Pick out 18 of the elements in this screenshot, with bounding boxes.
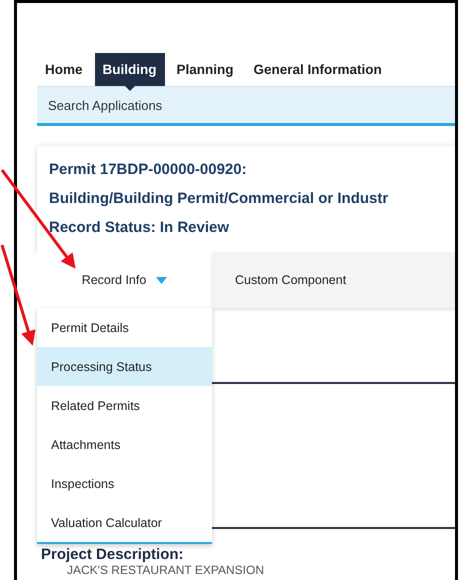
menu-item[interactable]: Permit Details bbox=[37, 308, 212, 347]
record-title-line: Building/Building Permit/Commercial or Industr bbox=[49, 189, 390, 209]
menu-item[interactable]: Inspections bbox=[37, 464, 212, 503]
caret-icon bbox=[156, 276, 168, 284]
nav-tab[interactable]: General Information bbox=[246, 53, 390, 91]
field-value: JACK'S RESTAURANT EXPANSION bbox=[66, 563, 265, 577]
nav-tab[interactable]: Building bbox=[94, 53, 165, 91]
nav-tab[interactable]: Home bbox=[37, 53, 91, 91]
menu-item[interactable]: Processing Status bbox=[37, 347, 212, 386]
record-title-line: Permit 17BDP-00000-00920: bbox=[49, 160, 248, 180]
record-tab[interactable]: Custom Component bbox=[212, 252, 455, 308]
subnav-link[interactable]: Search Applications bbox=[48, 98, 162, 112]
nav-tab[interactable]: Planning bbox=[168, 53, 242, 91]
menu-item[interactable]: Related Permits bbox=[37, 386, 212, 425]
menu-item[interactable]: Valuation Calculator bbox=[37, 503, 212, 542]
field-label: Project Description: bbox=[40, 546, 185, 563]
menu-item[interactable]: Attachments bbox=[37, 425, 212, 464]
record-title-line: Record Status: In Review bbox=[49, 218, 230, 238]
